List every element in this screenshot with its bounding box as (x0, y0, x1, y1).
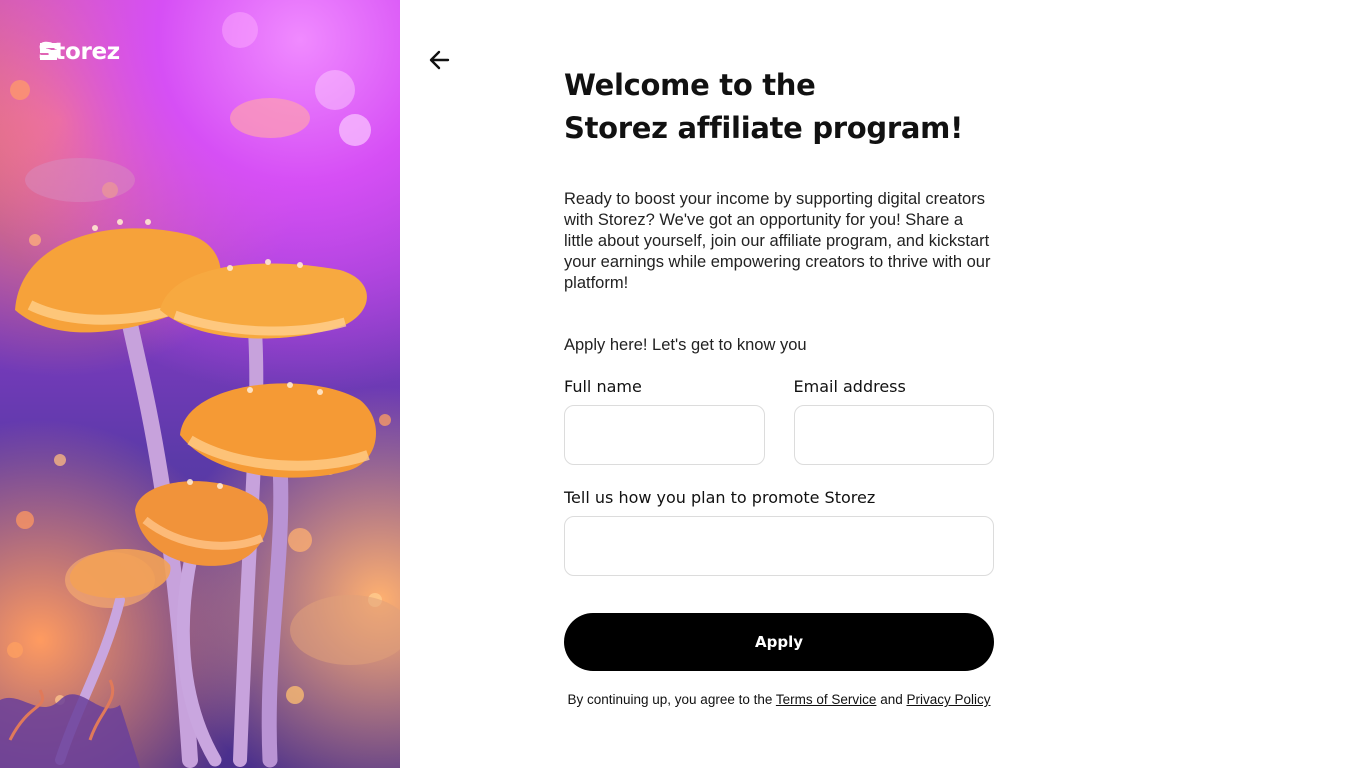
legal-notice: By continuing up, you agree to the Terms… (564, 691, 994, 709)
apply-button[interactable]: Apply (564, 613, 994, 671)
legal-prefix: By continuing up, you agree to the (567, 692, 773, 707)
brand-logo[interactable]: Storez (38, 41, 120, 64)
promote-group: Tell us how you plan to promote Storez (564, 487, 994, 576)
email-input[interactable] (793, 405, 994, 465)
full-name-group: Full name (564, 376, 765, 465)
affiliate-form-section: Welcome to the Storez affiliate program!… (564, 64, 994, 709)
arrow-left-icon (429, 50, 450, 70)
storez-logo-icon (40, 43, 57, 60)
full-name-label: Full name (564, 377, 642, 396)
email-group: Email address (793, 376, 994, 465)
email-label: Email address (793, 377, 906, 396)
hero-image: Storez (0, 0, 400, 768)
privacy-policy-link[interactable]: Privacy Policy (906, 692, 990, 707)
intro-text: Ready to boost your income by supporting… (564, 190, 991, 292)
back-button[interactable] (428, 48, 452, 72)
promote-input[interactable] (564, 516, 994, 576)
page-title: Welcome to the Storez affiliate program! (564, 64, 994, 150)
promote-label: Tell us how you plan to promote Storez (564, 488, 876, 507)
terms-of-service-link[interactable]: Terms of Service (776, 692, 877, 707)
form-subheading: Apply here! Let's get to know you (564, 336, 807, 354)
full-name-input[interactable] (564, 405, 765, 465)
mushroom-illustration (0, 12, 400, 768)
legal-and: and (880, 692, 903, 707)
name-email-row: Full name Email address (564, 376, 994, 465)
title-line-1: Welcome to the (564, 68, 816, 102)
title-line-2: Storez affiliate program! (564, 111, 963, 145)
